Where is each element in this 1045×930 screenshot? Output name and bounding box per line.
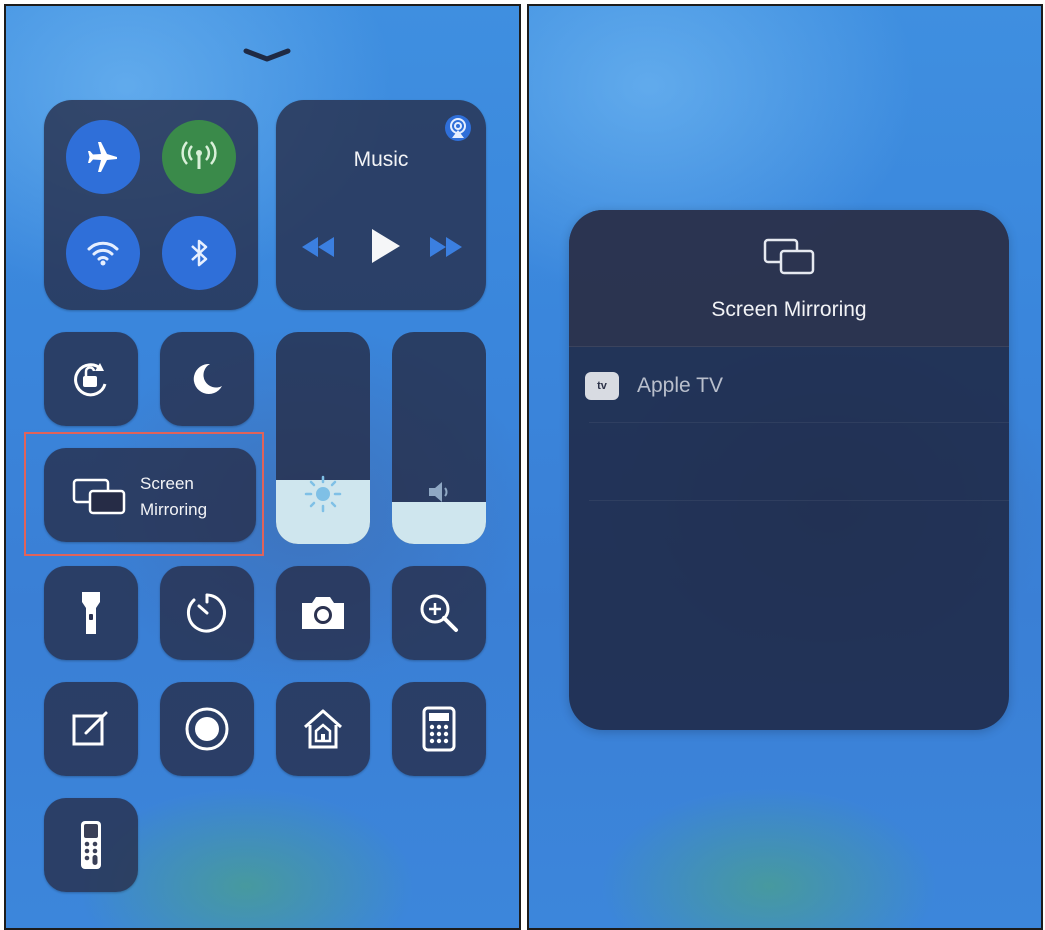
fast-forward-icon xyxy=(430,237,462,257)
record-icon xyxy=(185,707,229,751)
device-name: Apple TV xyxy=(637,374,723,397)
device-row-apple-tv[interactable]: tv Apple TV xyxy=(569,350,1009,422)
antenna-icon xyxy=(181,141,217,169)
panel-header: Screen Mirroring xyxy=(569,210,1009,347)
moon-icon xyxy=(193,363,222,394)
magnifier-button[interactable] xyxy=(392,566,486,660)
screen-mirroring-screen: Screen Mirroring tv Apple TV xyxy=(527,4,1043,930)
play-button[interactable] xyxy=(364,226,404,266)
timer-button[interactable] xyxy=(160,566,254,660)
notes-icon xyxy=(72,711,108,746)
apple-tv-badge: tv xyxy=(585,372,619,400)
home-button[interactable] xyxy=(276,682,370,776)
music-module[interactable]: Music xyxy=(276,100,486,310)
camera-icon xyxy=(302,597,344,629)
notes-button[interactable] xyxy=(44,682,138,776)
flashlight-icon xyxy=(82,592,100,634)
airplay-icon[interactable] xyxy=(444,114,472,142)
airplane-mode-button[interactable] xyxy=(66,120,140,194)
control-center-screen: Music Screen Mirroring xyxy=(4,4,521,930)
cellular-data-button[interactable] xyxy=(162,120,236,194)
play-icon xyxy=(372,229,400,263)
apple-tv-remote-button[interactable] xyxy=(44,798,138,892)
screen-mirroring-icon xyxy=(72,478,126,515)
orientation-lock-button[interactable] xyxy=(44,332,138,426)
music-title: Music xyxy=(353,148,409,171)
magnifier-icon xyxy=(420,594,458,632)
sun-icon xyxy=(304,475,342,513)
panel-title: Screen Mirroring xyxy=(711,298,867,321)
remote-icon xyxy=(81,821,101,869)
timer-icon xyxy=(186,593,226,633)
home-icon xyxy=(304,709,342,749)
airplane-icon xyxy=(88,142,117,172)
screen-mirroring-panel: Screen Mirroring tv Apple TV xyxy=(569,210,1009,730)
screen-mirroring-icon xyxy=(763,238,815,275)
connectivity-module xyxy=(44,100,258,310)
dismiss-chevron-icon[interactable] xyxy=(242,46,292,66)
speaker-icon xyxy=(429,482,448,502)
bluetooth-button[interactable] xyxy=(162,216,236,290)
do-not-disturb-button[interactable] xyxy=(160,332,254,426)
calculator-icon xyxy=(422,706,456,752)
screen-mirroring-button[interactable]: Screen Mirroring xyxy=(44,448,256,542)
row-divider xyxy=(589,500,1009,501)
rewind-button[interactable] xyxy=(298,232,338,262)
wifi-icon xyxy=(87,241,119,266)
wifi-button[interactable] xyxy=(66,216,140,290)
apple-tv-badge-label: tv xyxy=(597,380,607,392)
flashlight-button[interactable] xyxy=(44,566,138,660)
screen-recording-button[interactable] xyxy=(160,682,254,776)
calculator-button[interactable] xyxy=(392,682,486,776)
bluetooth-icon xyxy=(191,239,208,267)
rewind-icon xyxy=(302,237,334,257)
volume-fill xyxy=(392,501,486,544)
screen-mirroring-label-line2: Mirroring xyxy=(140,500,208,519)
camera-button[interactable] xyxy=(276,566,370,660)
brightness-slider[interactable] xyxy=(276,332,370,544)
row-divider xyxy=(589,422,1009,423)
fast-forward-button[interactable] xyxy=(426,232,466,262)
screen-mirroring-label-line1: Screen xyxy=(140,474,194,493)
orientation-lock-icon xyxy=(74,363,107,397)
volume-slider[interactable] xyxy=(392,332,486,544)
